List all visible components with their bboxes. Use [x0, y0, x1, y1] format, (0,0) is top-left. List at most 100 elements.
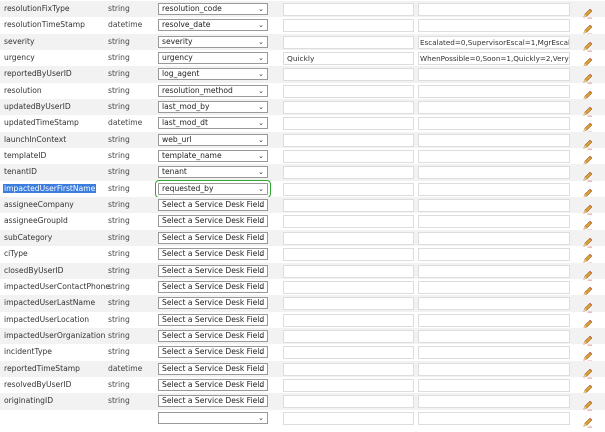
edit-pencil-icon[interactable] [582, 216, 593, 231]
edit-pencil-icon[interactable] [582, 20, 593, 35]
service-desk-field-select[interactable]: Select a Service Desk Field ⌄ [158, 231, 268, 244]
value-mapping-input[interactable] [418, 117, 570, 131]
default-value-input[interactable] [283, 166, 414, 180]
edit-pencil-icon[interactable] [582, 249, 593, 264]
value-mapping-input[interactable] [418, 215, 570, 229]
service-desk-field-select[interactable]: Select a Service Desk Field ⌄ [158, 395, 268, 408]
edit-pencil-icon[interactable] [582, 233, 593, 248]
default-value-input[interactable] [283, 215, 414, 229]
edit-pencil-icon[interactable] [582, 102, 593, 117]
default-value-input[interactable] [283, 150, 414, 164]
value-mapping-input[interactable] [418, 101, 570, 115]
value-mapping-input[interactable]: WhenPossible=0,Soon=1,Quickly=2,VeryQu [418, 52, 570, 66]
edit-pencil-icon[interactable] [582, 347, 593, 362]
default-value-input[interactable] [283, 84, 414, 98]
service-desk-field-select[interactable]: Select a Service Desk Field ⌄ [158, 264, 268, 277]
edit-pencil-icon[interactable] [582, 282, 593, 297]
service-desk-field-select[interactable]: Select a Service Desk Field ⌄ [158, 346, 268, 359]
service-desk-field-select[interactable]: Select a Service Desk Field ⌄ [158, 378, 268, 391]
edit-pencil-icon[interactable] [582, 53, 593, 68]
default-value-input[interactable]: Quickly [283, 52, 414, 66]
value-mapping-input[interactable] [418, 346, 570, 360]
edit-pencil-icon[interactable] [582, 4, 593, 19]
edit-pencil-icon[interactable] [582, 266, 593, 280]
edit-pencil-icon[interactable] [582, 184, 593, 199]
default-value-input[interactable] [283, 199, 414, 213]
value-mapping-input[interactable] [418, 19, 570, 33]
value-mapping-input[interactable] [418, 166, 570, 180]
value-mapping-input[interactable] [418, 248, 570, 262]
value-mapping-input[interactable] [418, 313, 570, 327]
edit-pencil-icon[interactable] [582, 135, 593, 150]
default-value-input[interactable] [283, 297, 414, 311]
edit-pencil-icon[interactable] [582, 200, 593, 215]
value-mapping-input[interactable] [418, 362, 570, 376]
default-value-input[interactable] [283, 411, 414, 425]
default-value-input[interactable] [283, 248, 414, 262]
service-desk-field-select[interactable]: urgency ⌄ [158, 52, 268, 65]
service-desk-field-select[interactable]: template_name ⌄ [158, 150, 268, 163]
service-desk-field-select[interactable]: resolve_date ⌄ [158, 19, 268, 32]
default-value-input[interactable] [283, 378, 414, 392]
service-desk-field-select[interactable]: last_mod_by ⌄ [158, 101, 268, 114]
default-value-input[interactable] [283, 117, 414, 131]
edit-pencil-icon[interactable] [582, 364, 593, 379]
default-value-input[interactable] [283, 3, 414, 16]
value-mapping-input[interactable] [418, 84, 570, 98]
service-desk-field-select[interactable]: Select a Service Desk Field ⌄ [158, 313, 268, 326]
default-value-input[interactable] [283, 395, 414, 409]
value-mapping-input[interactable] [418, 280, 570, 294]
service-desk-field-select[interactable]: Select a Service Desk Field ⌄ [158, 297, 268, 310]
default-value-input[interactable] [283, 19, 414, 33]
default-value-input[interactable] [283, 264, 414, 278]
value-mapping-input[interactable] [418, 378, 570, 392]
edit-pencil-icon[interactable] [582, 167, 593, 182]
service-desk-field-select[interactable]: requested_by ⌄ [155, 179, 271, 198]
value-mapping-input[interactable] [418, 329, 570, 343]
service-desk-field-select[interactable]: severity ⌄ [158, 35, 268, 48]
service-desk-field-select[interactable]: Select a Service Desk Field ⌄ [158, 248, 268, 261]
default-value-input[interactable] [283, 362, 414, 376]
edit-pencil-icon[interactable] [582, 413, 593, 428]
service-desk-field-select[interactable]: web_url ⌄ [158, 133, 268, 146]
service-desk-field-select[interactable]: Select a Service Desk Field ⌄ [158, 199, 268, 212]
service-desk-field-select[interactable]: tenant ⌄ [158, 166, 268, 179]
service-desk-field-select[interactable]: Select a Service Desk Field ⌄ [158, 362, 268, 375]
service-desk-field-select[interactable]: last_mod_dt ⌄ [158, 117, 268, 130]
edit-pencil-icon[interactable] [582, 151, 593, 166]
service-desk-field-select[interactable]: Select a Service Desk Field ⌄ [158, 329, 268, 342]
service-desk-field-select[interactable]: resolution_code ⌄ [158, 3, 268, 15]
value-mapping-input[interactable] [418, 182, 570, 196]
service-desk-field-select[interactable]: resolution_method ⌄ [158, 84, 268, 97]
default-value-input[interactable] [283, 280, 414, 294]
edit-pencil-icon[interactable] [582, 315, 593, 329]
default-value-input[interactable] [283, 313, 414, 327]
value-mapping-input[interactable] [418, 264, 570, 278]
value-mapping-input[interactable] [418, 68, 570, 82]
default-value-input[interactable] [283, 231, 414, 245]
value-mapping-input[interactable] [418, 199, 570, 213]
value-mapping-input[interactable] [418, 133, 570, 147]
edit-pencil-icon[interactable] [582, 86, 593, 101]
value-mapping-input[interactable] [418, 150, 570, 164]
default-value-input[interactable] [283, 346, 414, 360]
default-value-input[interactable] [283, 101, 414, 115]
default-value-input[interactable] [283, 35, 414, 49]
value-mapping-input[interactable]: Escalated=0,SupervisorEscal=1,MgrEscal=2 [418, 35, 570, 49]
value-mapping-input[interactable] [418, 231, 570, 245]
edit-pencil-icon[interactable] [582, 396, 593, 411]
service-desk-field-select[interactable]: ⌄ [158, 411, 268, 424]
default-value-input[interactable] [283, 182, 414, 196]
value-mapping-input[interactable] [418, 297, 570, 311]
edit-pencil-icon[interactable] [582, 298, 593, 313]
default-value-input[interactable] [283, 68, 414, 82]
edit-pencil-icon[interactable] [582, 37, 593, 52]
edit-pencil-icon[interactable] [582, 69, 593, 84]
value-mapping-input[interactable] [418, 3, 570, 16]
edit-pencil-icon[interactable] [582, 118, 593, 133]
value-mapping-input[interactable] [418, 395, 570, 409]
value-mapping-input[interactable] [418, 411, 570, 425]
service-desk-field-select[interactable]: log_agent ⌄ [158, 68, 268, 81]
default-value-input[interactable] [283, 133, 414, 147]
service-desk-field-select[interactable]: Select a Service Desk Field ⌄ [158, 215, 268, 228]
